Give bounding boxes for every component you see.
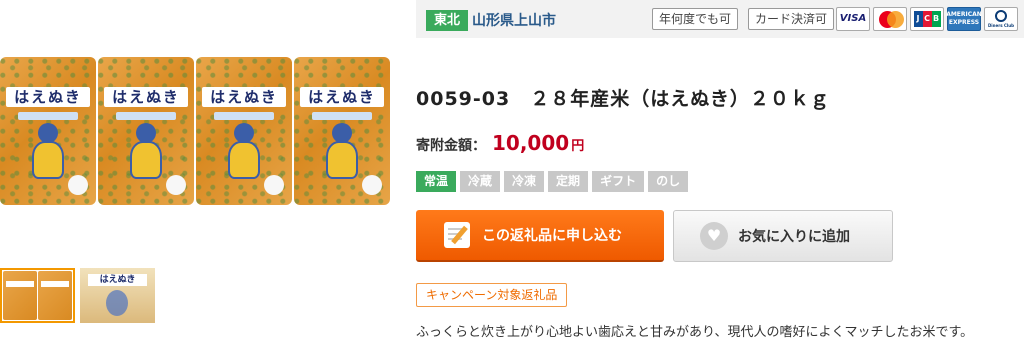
tag-subscription: 定期 (548, 171, 589, 192)
info-bar: 東北 山形県上山市 年何度でも可 カード決済可 VISA JCB AMERICA… (416, 0, 1024, 38)
municipality-link[interactable]: 山形県上山市 (472, 11, 556, 31)
product-title: 0059-03 ２８年産米（はえぬき）２０ｋｇ (416, 88, 830, 110)
thumbnail-bag-label: はえぬき (88, 274, 147, 286)
bag-label: はえぬき (6, 87, 90, 107)
main-product-image[interactable]: はえぬき はえぬき はえぬき はえぬき (0, 57, 390, 205)
thumbnail-2[interactable]: はえぬき (80, 268, 155, 323)
bag-label: はえぬき (300, 87, 384, 107)
diners-club-card-icon: Diners Club (984, 7, 1018, 31)
tag-frozen: 冷凍 (504, 171, 545, 192)
pen-paper-icon (444, 222, 470, 248)
region-badge[interactable]: 東北 (426, 10, 469, 31)
jcb-card-icon: JCB (910, 7, 944, 31)
tag-room-temperature: 常温 (416, 171, 457, 192)
apply-button-label: この返礼品に申し込む (482, 228, 622, 244)
product-description: ふっくらと炊き上がり心地よい歯応えと甘みがあり、現代人の嗜好によくマッチしたお米… (416, 325, 974, 339)
price-label: 寄附金額： (416, 138, 486, 154)
rice-bag-image: はえぬき (98, 57, 194, 205)
amex-card-icon: AMERICAN EXPRESS (946, 7, 982, 31)
tag-refrigerated: 冷蔵 (460, 171, 501, 192)
payment-cards: VISA JCB AMERICAN EXPRESS Diners Club (836, 7, 1018, 31)
campaign-badge[interactable]: キャンペーン対象返礼品 (416, 283, 568, 307)
visa-card-icon: VISA (836, 7, 870, 31)
heart-icon: ♥ (700, 222, 728, 250)
bag-label: はえぬき (104, 87, 188, 107)
thumbnail-strip: はえぬき (0, 268, 155, 323)
tag-gift: ギフト (592, 171, 645, 192)
price-unit: 円 (571, 139, 585, 154)
mastercard-icon (873, 7, 907, 31)
rice-bag-image: はえぬき (0, 57, 96, 205)
product-page: はえぬき はえぬき はえぬき はえぬき はえぬき 東北 山形県上山市 年何度でも… (0, 0, 1024, 339)
card-payment-tag: カード決済可 (748, 8, 835, 30)
bag-label: はえぬき (202, 87, 286, 107)
thumbnail-1[interactable] (0, 268, 75, 323)
price-value: 10,000 (492, 131, 570, 155)
delivery-tags: 常温 冷蔵 冷凍 定期 ギフト のし (416, 171, 689, 192)
tag-noshi: のし (648, 171, 689, 192)
apply-button[interactable]: この返礼品に申し込む (416, 210, 664, 262)
rice-bag-image: はえぬき (294, 57, 390, 205)
multiple-times-tag: 年何度でも可 (652, 8, 739, 30)
add-favorite-button[interactable]: ♥ お気に入りに追加 (673, 210, 893, 262)
price-row: 寄附金額： 10,000 円 (416, 131, 584, 155)
rice-bag-image: はえぬき (196, 57, 292, 205)
favorite-button-label: お気に入りに追加 (738, 229, 850, 245)
